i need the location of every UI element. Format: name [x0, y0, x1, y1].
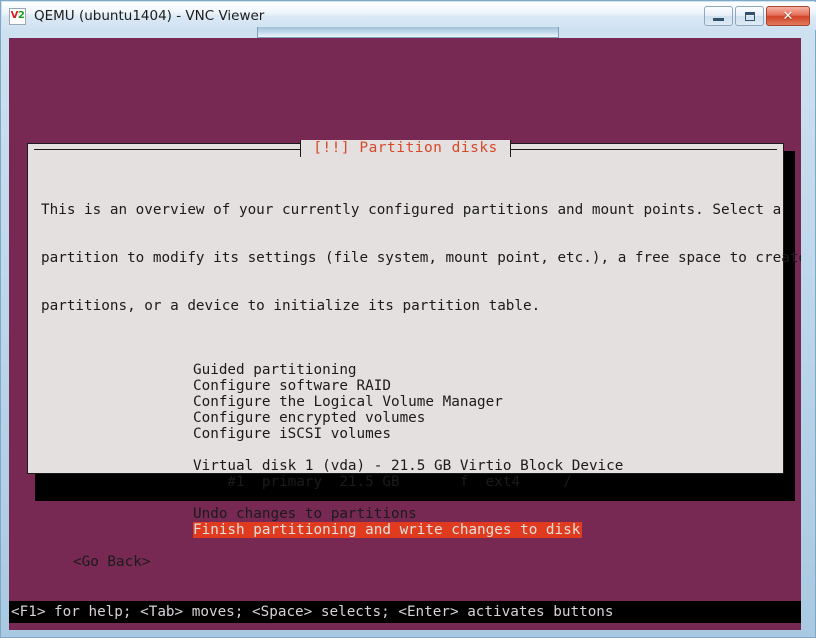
menu-item-undo-changes[interactable]: Undo changes to partitions	[193, 506, 783, 522]
go-back-button[interactable]: <Go Back>	[28, 554, 783, 570]
close-button[interactable]: ✕	[766, 6, 810, 26]
menu-item-label: Undo changes to partitions	[193, 506, 417, 522]
window-title: QEMU (ubuntu1404) - VNC Viewer	[34, 8, 265, 24]
dialog-title-rule	[34, 149, 777, 150]
menu-item-label: Configure the Logical Volume Manager	[193, 394, 503, 410]
description-line: This is an overview of your currently co…	[41, 202, 782, 218]
minimize-icon	[713, 17, 724, 21]
window-controls: ✕	[704, 6, 810, 26]
menu-item-label: Configure iSCSI volumes	[193, 426, 391, 442]
dialog-body: This is an overview of your currently co…	[28, 170, 801, 570]
menu-item-label: Configure encrypted volumes	[193, 410, 426, 426]
close-icon: ✕	[782, 8, 794, 24]
vnc-toolbar-strip[interactable]	[257, 27, 559, 38]
menu-item-label: Guided partitioning	[193, 362, 357, 378]
vnc-remote-canvas[interactable]: [!!] Partition disks This is an overview…	[9, 38, 801, 630]
menu-spacer	[193, 442, 783, 458]
vnc-icon-letter-v: V	[10, 10, 19, 21]
menu-item-finish-partitioning[interactable]: Finish partitioning and write changes to…	[193, 522, 783, 538]
disk-entry-virtual-disk-1[interactable]: Virtual disk 1 (vda) - 21.5 GB Virtio Bl…	[193, 458, 783, 474]
vnc-viewer-window: V2 QEMU (ubuntu1404) - VNC Viewer ✕ [!!]…	[0, 0, 816, 638]
menu-item-configure-iscsi-volumes[interactable]: Configure iSCSI volumes	[193, 426, 783, 442]
partition-entry-1[interactable]: #1 primary 21.5 GB f ext4 /	[193, 474, 783, 490]
maximize-icon	[744, 11, 755, 21]
maximize-button[interactable]	[735, 6, 764, 26]
description-line: partitions, or a device to initialize it…	[41, 298, 541, 314]
description-line: partition to modify its settings (file s…	[41, 250, 801, 266]
selected-menu-item-label: Finish partitioning and write changes to…	[193, 522, 583, 538]
vnc-viewer-icon: V2	[9, 7, 26, 25]
vnc-icon-letter-2: 2	[17, 10, 25, 21]
partition-disks-dialog: [!!] Partition disks This is an overview…	[27, 140, 801, 570]
menu-item-configure-lvm[interactable]: Configure the Logical Volume Manager	[193, 394, 783, 410]
dialog-description: This is an overview of your currently co…	[28, 170, 801, 346]
installer-status-bar: <F1> for help; <Tab> moves; <Space> sele…	[9, 601, 801, 623]
menu-item-configure-encrypted-volumes[interactable]: Configure encrypted volumes	[193, 410, 783, 426]
menu-item-label: Configure software RAID	[193, 378, 391, 394]
menu-item-configure-software-raid[interactable]: Configure software RAID	[193, 378, 783, 394]
menu-spacer	[193, 490, 783, 506]
partition-menu: Guided partitioning Configure software R…	[28, 362, 783, 538]
disk-entry-label: Virtual disk 1 (vda) - 21.5 GB Virtio Bl…	[193, 458, 624, 474]
menu-item-guided-partitioning[interactable]: Guided partitioning	[193, 362, 783, 378]
partition-entry-label: #1 primary 21.5 GB f ext4 /	[193, 474, 572, 490]
window-titlebar[interactable]: V2 QEMU (ubuntu1404) - VNC Viewer ✕	[2, 2, 816, 30]
go-back-label: <Go Back>	[73, 554, 151, 570]
minimize-button[interactable]	[704, 6, 733, 26]
